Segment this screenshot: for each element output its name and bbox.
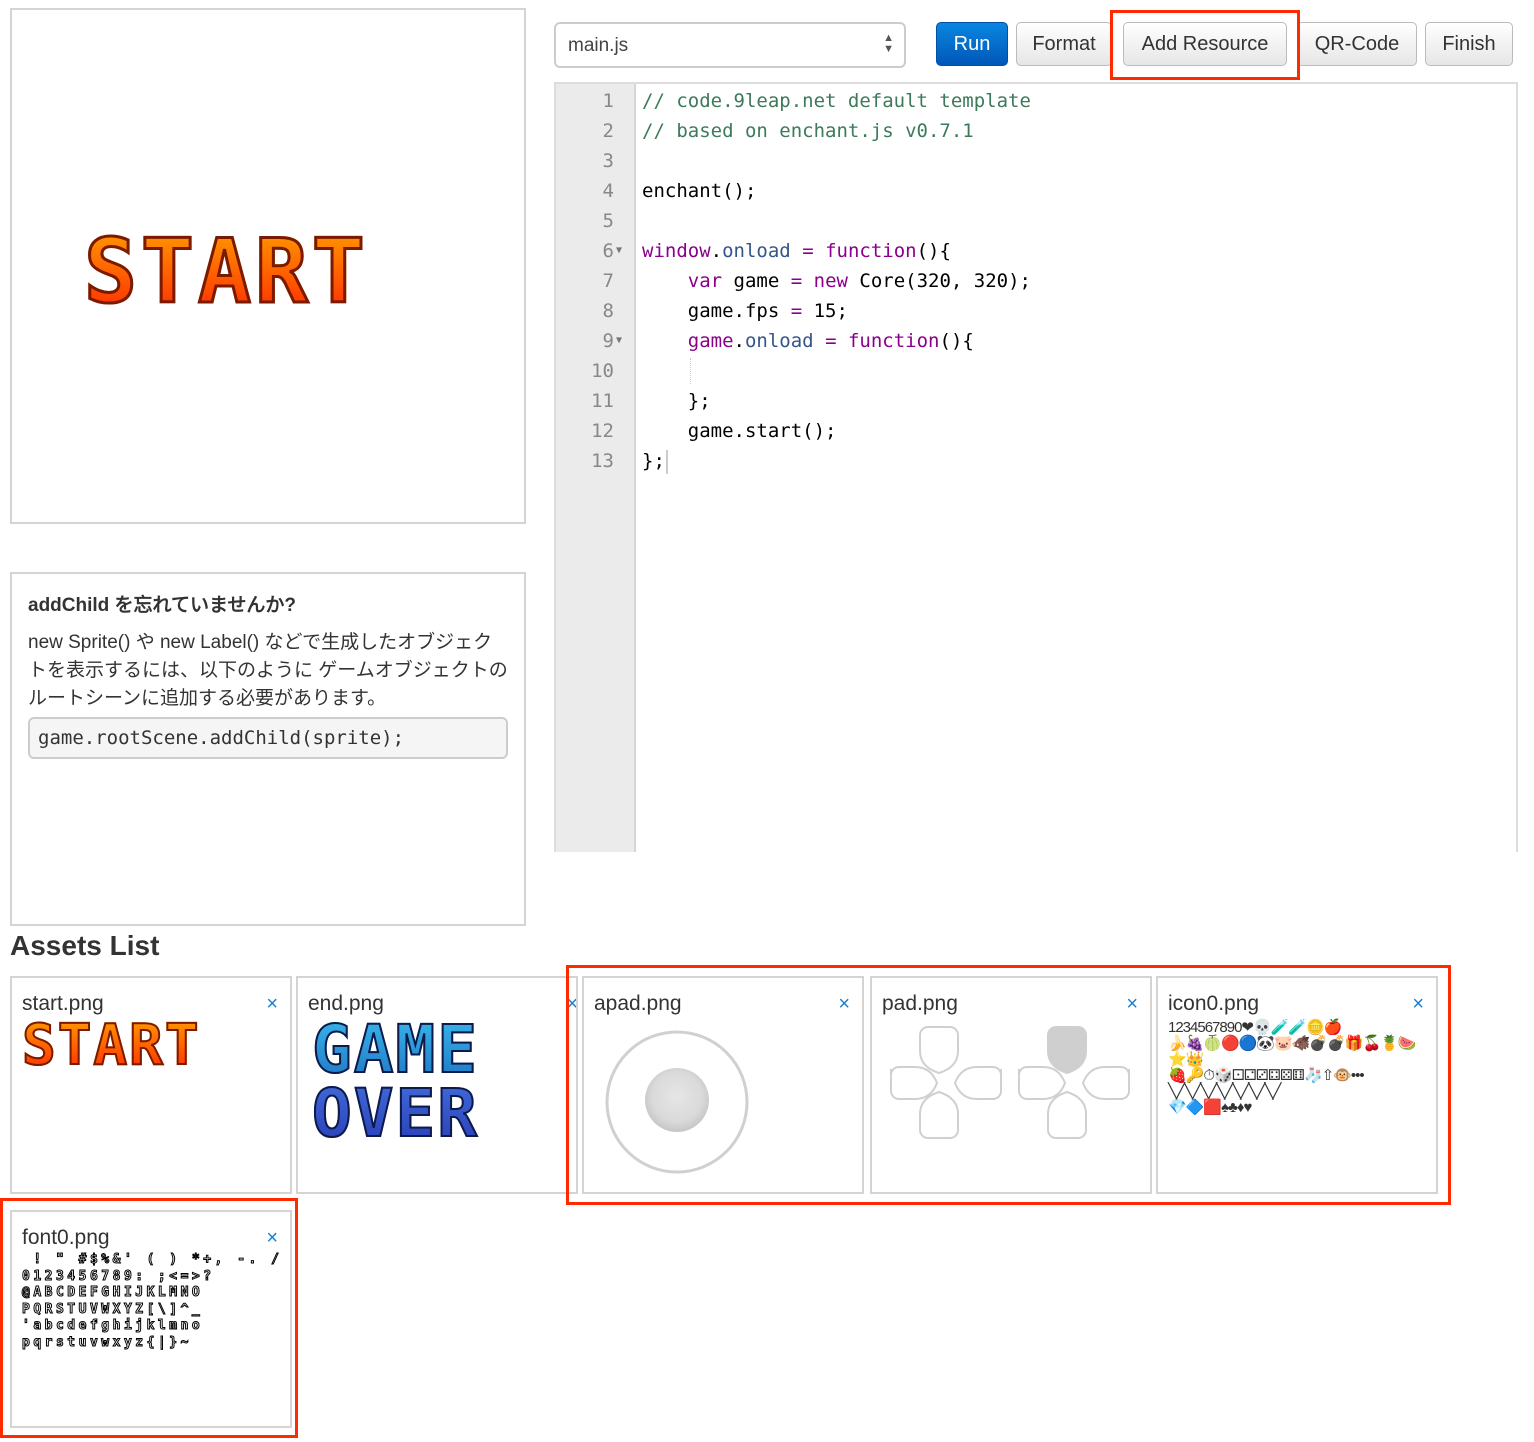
code-editor[interactable]: 1 // code.9leap.net default template 2 // b… bbox=[554, 82, 1518, 852]
close-icon[interactable]: × bbox=[838, 994, 850, 1014]
line-number: 9 bbox=[602, 330, 614, 352]
code-text: // based on enchant.js v0.7.1 bbox=[642, 120, 974, 142]
code-line[interactable]: 4 enchant(); bbox=[556, 176, 1516, 206]
line-number: 5 bbox=[602, 210, 614, 232]
font-sheet-preview: ! " #$%&' ( ) *+, -. / 0123456789: ;<=>?… bbox=[22, 1252, 283, 1351]
close-icon[interactable]: × bbox=[266, 1228, 278, 1248]
asset-name: font0.png bbox=[22, 1226, 110, 1249]
hint-body: new Sprite() や new Label() などで生成したオブジェクト… bbox=[28, 632, 508, 709]
code-text: game.fps = 15; bbox=[642, 300, 848, 322]
code-text: }; bbox=[642, 390, 711, 412]
code-text: game.start(); bbox=[642, 420, 837, 442]
hint-code-snippet: game.rootScene.addChild(sprite); bbox=[28, 717, 508, 759]
game-art-text: GAME bbox=[311, 1011, 479, 1088]
run-button[interactable]: Run bbox=[936, 22, 1008, 66]
asset-card-pad[interactable]: pad.png × bbox=[870, 976, 1152, 1194]
asset-card-apad[interactable]: apad.png × bbox=[582, 976, 864, 1194]
code-line[interactable]: 10 bbox=[556, 356, 1516, 386]
assets-list-title: Assets List bbox=[10, 930, 160, 961]
asset-preview: START bbox=[21, 1013, 201, 1078]
code-line[interactable]: 13}; bbox=[556, 446, 1516, 476]
code-text: }; bbox=[642, 446, 668, 476]
code-lines[interactable]: 1 // code.9leap.net default template 2 // b… bbox=[556, 86, 1516, 476]
close-icon[interactable]: × bbox=[566, 994, 576, 1014]
code-text: var game = new Core(320, 320); bbox=[687, 270, 1031, 292]
add-resource-button[interactable]: Add Resource bbox=[1123, 22, 1287, 66]
code-line[interactable]: 9 ▼ game.onload = function(){ bbox=[556, 326, 1516, 356]
close-icon[interactable]: × bbox=[266, 994, 278, 1014]
close-icon[interactable]: × bbox=[1412, 994, 1424, 1014]
code-line[interactable]: 3 bbox=[556, 146, 1516, 176]
hint-panel: addChild を忘れていませんか? new Sprite() や new L… bbox=[10, 572, 526, 926]
code-line[interactable]: 2 // based on enchant.js v0.7.1 bbox=[556, 116, 1516, 146]
line-number: 8 bbox=[602, 300, 614, 322]
code-line[interactable]: 5 bbox=[556, 206, 1516, 236]
updown-arrows-icon: ▲ ▼ bbox=[883, 32, 894, 55]
asset-preview: GAME OVER bbox=[311, 1011, 479, 1152]
hint-title: addChild を忘れていませんか? bbox=[28, 595, 297, 616]
dpad-icon bbox=[890, 1026, 1130, 1139]
asset-card-end[interactable]: end.png × GAME OVER bbox=[296, 976, 578, 1194]
code-text: // code.9leap.net default template bbox=[642, 90, 1031, 112]
icon-sheet-preview: 1234567890❤💀🧪🧪🪙🍎 🍌🍇🍈🔴🔵🐼🐷🐗💣💣🎁🍒🍍🍉⭐👑 🍓🔑⏱🎲⚀⚁… bbox=[1168, 1019, 1416, 1116]
line-number: 1 bbox=[602, 90, 614, 112]
code-line[interactable]: 12 game.start(); bbox=[556, 416, 1516, 446]
code-line[interactable]: 11 }; bbox=[556, 386, 1516, 416]
code-line[interactable]: 8 game.fps = 15; bbox=[556, 296, 1516, 326]
game-preview-canvas[interactable]: START bbox=[10, 8, 526, 524]
line-number: 2 bbox=[602, 120, 614, 142]
over-art-text: OVER bbox=[311, 1075, 479, 1152]
code-text: window.onload = function(){ bbox=[642, 240, 951, 262]
asset-card-start[interactable]: start.png × START bbox=[10, 976, 292, 1194]
line-number: 4 bbox=[602, 180, 614, 202]
asset-card-font0[interactable]: font0.png × ! " #$%&' ( ) *+, -. / 01234… bbox=[10, 1210, 292, 1428]
line-number: 7 bbox=[602, 270, 614, 292]
line-number: 10 bbox=[591, 360, 614, 382]
fold-arrow-icon[interactable]: ▼ bbox=[616, 326, 622, 356]
line-number: 11 bbox=[591, 390, 614, 412]
format-button[interactable]: Format bbox=[1016, 22, 1112, 66]
line-number: 13 bbox=[591, 450, 614, 472]
asset-name: icon0.png bbox=[1168, 992, 1260, 1015]
finish-button[interactable]: Finish bbox=[1425, 22, 1513, 66]
text-cursor bbox=[665, 449, 668, 474]
code-text: enchant(); bbox=[642, 180, 757, 202]
code-line[interactable]: 1 // code.9leap.net default template bbox=[556, 86, 1516, 116]
asset-card-icon0[interactable]: icon0.png × 1234567890❤💀🧪🧪🪙🍎 🍌🍇🍈🔴🔵🐼🐷🐗💣💣🎁… bbox=[1156, 976, 1438, 1194]
indent-guide bbox=[690, 358, 691, 384]
code-line[interactable]: 7 var game = new Core(320, 320); bbox=[556, 266, 1516, 296]
asset-name: pad.png bbox=[882, 992, 958, 1015]
line-number: 6 bbox=[602, 240, 614, 262]
file-select[interactable]: main.js ▲ ▼ bbox=[554, 22, 906, 68]
close-icon[interactable]: × bbox=[1126, 994, 1138, 1014]
file-select-value: main.js bbox=[568, 35, 629, 56]
fold-arrow-icon[interactable]: ▼ bbox=[616, 236, 622, 266]
code-text: game.onload = function(){ bbox=[687, 330, 974, 352]
start-image-art: START bbox=[21, 1013, 201, 1078]
analog-pad-icon bbox=[605, 1030, 749, 1174]
line-number: 12 bbox=[591, 420, 614, 442]
code-line[interactable]: 6 ▼ window.onload = function(){ bbox=[556, 236, 1516, 266]
start-title-art: START bbox=[83, 220, 369, 323]
asset-name: apad.png bbox=[594, 992, 682, 1015]
line-number: 3 bbox=[602, 150, 614, 172]
qr-code-button[interactable]: QR-Code bbox=[1297, 22, 1417, 66]
